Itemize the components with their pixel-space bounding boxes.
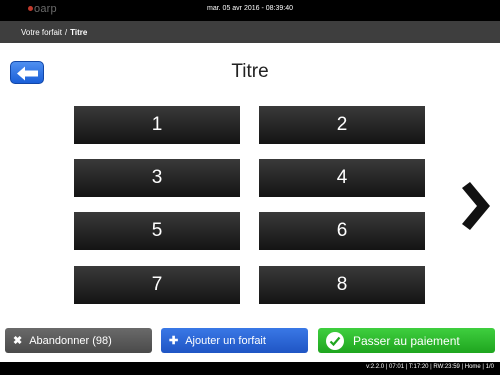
breadcrumb: Votre forfait / Titre [0,21,500,43]
add-package-button[interactable]: ✚ Ajouter un forfait [161,328,308,353]
breadcrumb-parent[interactable]: Votre forfait [21,28,62,37]
number-button-2[interactable]: 2 [259,106,425,144]
close-icon: ✖ [13,335,23,347]
add-package-button-label: Ajouter un forfait [185,334,266,347]
plus-icon: ✚ [169,335,179,347]
check-circle-icon [326,331,344,350]
breadcrumb-separator: / [64,28,68,37]
status-text: v:2.2.0 | 07:01 | T:17:20 | RW:23:59 | H… [366,364,494,370]
number-button-8[interactable]: 8 [259,266,425,304]
top-bar: oarp mar. 05 avr 2016 - 08:39:40 [0,0,500,21]
proceed-to-payment-label: Passer au paiement [353,333,460,348]
breadcrumb-trail: Votre forfait / Titre [21,28,87,37]
number-button-7[interactable]: 7 [74,266,240,304]
number-button-1[interactable]: 1 [74,106,240,144]
cancel-button-label: Abandonner (98) [29,334,112,347]
datetime: mar. 05 avr 2016 - 08:39:40 [207,5,293,12]
proceed-to-payment-button[interactable]: Passer au paiement [318,328,495,353]
chevron-right-icon [462,182,490,230]
number-button-6[interactable]: 6 [259,212,425,250]
number-button-4[interactable]: 4 [259,159,425,197]
number-button-3[interactable]: 3 [74,159,240,197]
page-title: Titre [231,61,269,82]
number-button-5[interactable]: 5 [74,212,240,250]
breadcrumb-current: Titre [70,28,88,37]
next-page-button[interactable] [456,182,492,230]
status-bar: v:2.2.0 | 07:01 | T:17:20 | RW:23:59 | H… [0,362,500,375]
cancel-button[interactable]: ✖ Abandonner (98) [5,328,152,353]
